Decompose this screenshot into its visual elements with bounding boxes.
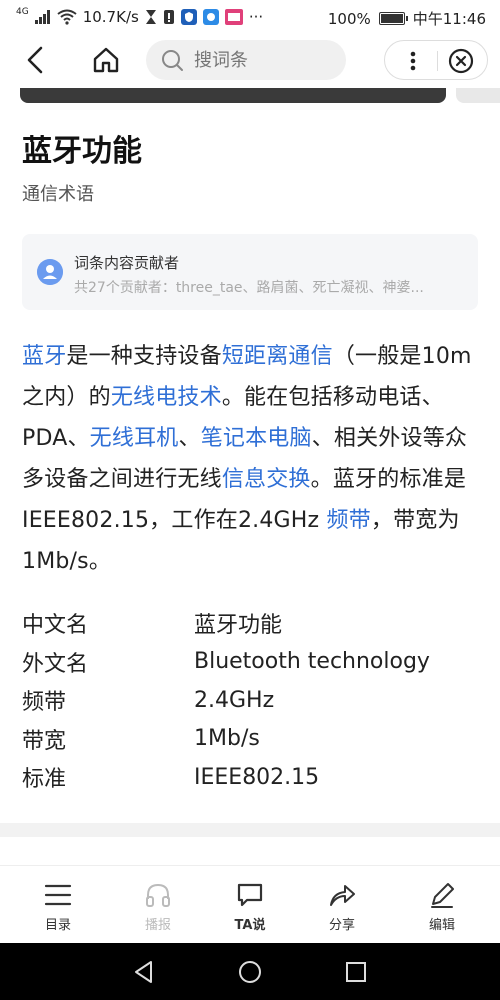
status-bar: 4G 10.7K/s ··· 100% 中午11:46: [0, 0, 500, 34]
header-image[interactable]: [20, 88, 446, 103]
info-key: 标准: [22, 767, 67, 793]
headphones-icon: [146, 883, 170, 907]
catalog-button[interactable]: 目录: [23, 880, 93, 933]
user-icon: [37, 259, 63, 285]
wifi-icon: [57, 9, 77, 25]
mini-program-capsule: [384, 40, 488, 80]
info-row: 频带 2.4GHz: [22, 681, 482, 720]
ta-say-button[interactable]: TA说: [215, 880, 285, 933]
article-paragraph: 蓝牙是一种支持设备短距离通信（一般是10m之内）的无线电技术。能在包括移动电话、…: [22, 336, 482, 582]
network-type: 4G: [16, 7, 29, 17]
more-notifications-icon: ···: [248, 8, 264, 26]
term-link[interactable]: 信息交换: [222, 467, 311, 492]
app-notification-icon: [202, 9, 219, 25]
comment-icon: [237, 883, 263, 907]
ta-say-label: TA说: [234, 918, 266, 933]
catalog-label: 目录: [44, 918, 71, 933]
broadcast-label: 播报: [144, 918, 171, 933]
page-title: 蓝牙功能: [22, 134, 142, 169]
list-icon: [44, 884, 72, 906]
info-table: 中文名 蓝牙功能外文名 Bluetooth technology 频带 2.4GHz 带宽…: [22, 604, 482, 797]
contributors-card[interactable]: 词条内容贡献者 共27个贡献者：three_tae、路肩菌、死亡凝视、神婆...: [22, 234, 478, 310]
back-icon[interactable]: [20, 44, 52, 76]
share-label: 分享: [328, 918, 355, 933]
info-row: 标准 IEEE802.15: [22, 758, 482, 797]
nav-back-icon[interactable]: [131, 959, 157, 985]
broadcast-button[interactable]: 播报: [123, 880, 193, 933]
info-row: 带宽 1Mb/s: [22, 720, 482, 759]
header-image-next[interactable]: [456, 88, 500, 103]
more-options-icon[interactable]: [399, 47, 427, 75]
term-link[interactable]: 蓝牙: [22, 344, 66, 369]
info-key: 中文名: [22, 613, 89, 639]
system-nav-bar: [0, 943, 500, 1000]
nav-recents-icon[interactable]: [343, 959, 369, 985]
info-row: 中文名 蓝牙功能: [22, 604, 482, 643]
contributors-summary: 共27个贡献者：three_tae、路肩菌、死亡凝视、神婆...: [74, 280, 424, 296]
battery-icon: [378, 12, 408, 25]
info-key: 带宽: [22, 728, 67, 754]
info-value: 蓝牙功能: [194, 613, 283, 639]
search-input[interactable]: [192, 48, 332, 72]
term-link[interactable]: 无线电技术: [111, 385, 222, 410]
term-link[interactable]: 频带: [327, 508, 371, 533]
share-button[interactable]: 分享: [307, 880, 377, 933]
info-value: Bluetooth technology: [194, 649, 430, 675]
term-link[interactable]: 笔记本电脑: [201, 426, 312, 451]
video-app-icon: [224, 9, 243, 25]
clock: 中午11:46: [412, 10, 486, 28]
close-icon[interactable]: [447, 47, 475, 75]
term-link[interactable]: 无线耳机: [90, 426, 179, 451]
paragraph-text: 是一种支持设备: [66, 344, 222, 369]
edit-label: 编辑: [428, 918, 455, 933]
info-key: 外文名: [22, 651, 89, 677]
hourglass-icon: [145, 10, 156, 24]
page-subtitle: 通信术语: [22, 184, 94, 205]
contributors-heading: 词条内容贡献者: [74, 254, 180, 272]
bottom-toolbar: 目录 播报 TA说 分享 编辑: [0, 865, 500, 943]
info-value: 1Mb/s: [194, 726, 260, 752]
paragraph-text: 、: [178, 426, 201, 451]
info-value: IEEE802.15: [194, 764, 320, 790]
net-speed: 10.7K/s: [82, 8, 139, 26]
battery-percent: 100%: [327, 9, 371, 28]
top-nav: [0, 34, 500, 88]
nav-home-icon[interactable]: [237, 959, 263, 985]
pencil-icon: [431, 883, 454, 908]
shield-app-icon: [180, 9, 197, 25]
search-bar[interactable]: [146, 40, 346, 80]
info-key: 频带: [22, 690, 67, 716]
search-icon: [162, 50, 183, 71]
info-value: 2.4GHz: [194, 687, 275, 713]
edit-button[interactable]: 编辑: [407, 880, 477, 933]
section-divider: [0, 823, 500, 837]
term-link[interactable]: 短距离通信: [222, 344, 333, 369]
signal-icon: [34, 10, 50, 24]
home-icon[interactable]: [90, 44, 122, 76]
share-icon: [330, 885, 355, 906]
alert-icon: [163, 10, 174, 24]
info-row: 外文名 Bluetooth technology: [22, 643, 482, 682]
capsule-divider: [437, 51, 438, 71]
